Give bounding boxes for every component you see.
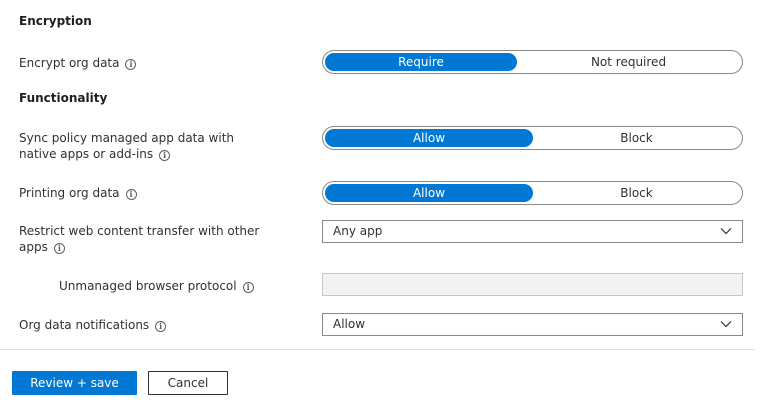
info-icon[interactable]: i	[155, 321, 167, 332]
encrypt-require-option[interactable]: Require	[325, 53, 517, 71]
sync-policy-label: Sync policy managed app data with native…	[19, 130, 234, 162]
encrypt-org-data-toggle: Require Not required	[322, 50, 743, 74]
review-save-button[interactable]: Review + save	[12, 371, 137, 395]
org-notifications-label-text: Org data notifications	[19, 318, 150, 332]
org-notifications-dropdown[interactable]: Allow	[322, 313, 743, 336]
restrict-web-label-line1: Restrict web content transfer with other	[19, 224, 260, 238]
printing-allow-option[interactable]: Allow	[325, 184, 533, 202]
footer-divider	[0, 349, 755, 350]
printing-label: Printing org data i	[19, 185, 137, 201]
org-notifications-label: Org data notifications i	[19, 317, 167, 333]
unmanaged-browser-label-text: Unmanaged browser protocol	[59, 279, 237, 293]
encrypt-org-data-label-text: Encrypt org data	[19, 56, 120, 70]
info-icon[interactable]: i	[53, 243, 65, 254]
chevron-down-icon	[720, 228, 732, 235]
encrypt-not-required-option[interactable]: Not required	[517, 53, 740, 71]
info-icon[interactable]: i	[242, 282, 254, 293]
chevron-down-icon	[720, 321, 732, 328]
sync-policy-toggle: Allow Block	[322, 126, 743, 150]
org-notifications-value: Allow	[333, 317, 366, 331]
info-icon[interactable]: i	[159, 150, 171, 161]
encrypt-org-data-label: Encrypt org data i	[19, 55, 137, 71]
printing-block-option[interactable]: Block	[533, 184, 740, 202]
sync-policy-label-line1: Sync policy managed app data with	[19, 131, 235, 145]
sync-block-option[interactable]: Block	[533, 129, 740, 147]
unmanaged-browser-input	[322, 273, 743, 296]
restrict-web-value: Any app	[333, 224, 383, 238]
info-icon[interactable]: i	[125, 189, 137, 200]
functionality-heading: Functionality	[19, 91, 108, 105]
unmanaged-browser-label: Unmanaged browser protocol i	[59, 278, 254, 294]
printing-label-text: Printing org data	[19, 186, 120, 200]
encryption-heading: Encryption	[19, 14, 92, 28]
info-icon[interactable]: i	[125, 59, 137, 70]
sync-allow-option[interactable]: Allow	[325, 129, 533, 147]
printing-toggle: Allow Block	[322, 181, 743, 205]
restrict-web-label-line2: apps	[19, 240, 48, 254]
cancel-button[interactable]: Cancel	[148, 371, 228, 395]
restrict-web-dropdown[interactable]: Any app	[322, 220, 743, 243]
sync-policy-label-line2: native apps or add-ins	[19, 147, 154, 161]
restrict-web-label: Restrict web content transfer with other…	[19, 223, 259, 255]
